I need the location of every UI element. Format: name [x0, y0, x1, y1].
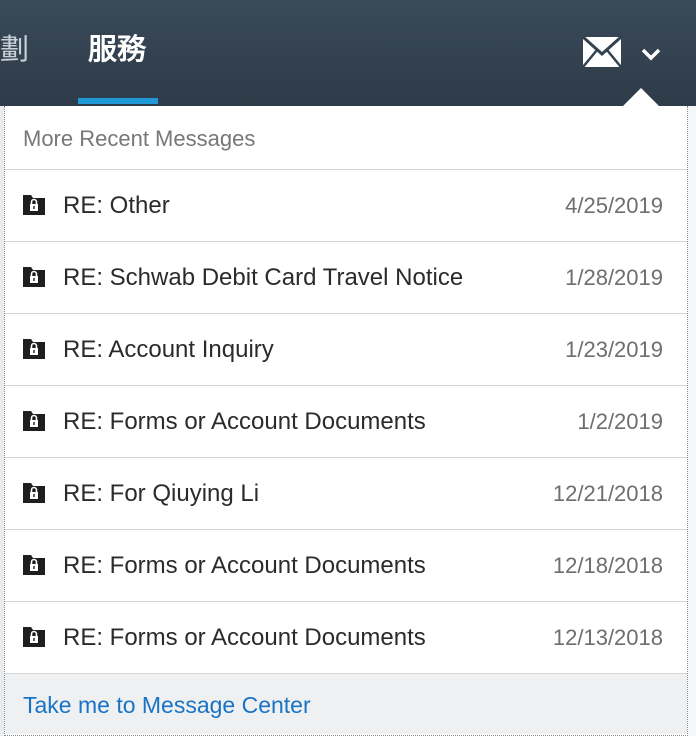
recent-messages-dropdown: More Recent Messages RE: Other 4/25/2019 R… [4, 106, 688, 736]
message-row[interactable]: RE: Account Inquiry 1/23/2019 [5, 314, 687, 386]
lock-folder-icon [23, 267, 45, 287]
nav-tab-label: 服務 [88, 34, 147, 66]
message-date: 1/23/2019 [565, 337, 663, 362]
nav-tab-partial[interactable]: 劃 [0, 26, 29, 68]
nav-tab-services[interactable]: 服務 [78, 0, 158, 106]
message-subject: RE: Account Inquiry [63, 336, 274, 363]
message-date: 12/18/2018 [552, 553, 663, 578]
lock-folder-icon [23, 483, 45, 503]
message-list: RE: Other 4/25/2019 RE: Schwab Debit Card … [5, 170, 687, 674]
message-subject: RE: Schwab Debit Card Travel Notice [63, 264, 464, 291]
message-row[interactable]: RE: Forms or Account Documents 12/18/2018 [5, 530, 687, 602]
active-tab-indicator [78, 98, 158, 104]
top-navigation-bar: 劃 服務 [0, 0, 696, 106]
message-subject: RE: Other [63, 192, 170, 219]
message-subject: RE: Forms or Account Documents [63, 552, 426, 579]
message-subject: RE: Forms or Account Documents [63, 408, 426, 435]
lock-folder-icon [23, 195, 45, 215]
message-row[interactable]: RE: Forms or Account Documents 12/13/2018 [5, 602, 687, 674]
lock-folder-icon [23, 627, 45, 647]
message-date: 4/25/2019 [565, 193, 663, 218]
chevron-down-icon[interactable] [640, 46, 662, 62]
message-row[interactable]: RE: For Qiuying Li 12/21/2018 [5, 458, 687, 530]
message-subject: RE: Forms or Account Documents [63, 624, 426, 651]
message-row[interactable]: RE: Schwab Debit Card Travel Notice 1/28/… [5, 242, 687, 314]
dropdown-caret [623, 88, 659, 106]
message-date: 12/13/2018 [552, 625, 663, 650]
message-date: 1/2/2019 [577, 409, 663, 434]
panel-footer: Take me to Message Center [5, 674, 687, 734]
message-date: 1/28/2019 [565, 265, 663, 290]
message-center-link[interactable]: Take me to Message Center [23, 692, 311, 718]
message-row[interactable]: RE: Forms or Account Documents 1/2/2019 [5, 386, 687, 458]
lock-folder-icon [23, 339, 45, 359]
message-subject: RE: For Qiuying Li [63, 480, 260, 507]
lock-folder-icon [23, 555, 45, 575]
page-background-edge-right [688, 106, 696, 736]
message-date: 12/21/2018 [552, 481, 663, 506]
message-row[interactable]: RE: Other 4/25/2019 [5, 170, 687, 242]
mail-icon[interactable] [582, 36, 622, 68]
lock-folder-icon [23, 411, 45, 431]
panel-title: More Recent Messages [5, 106, 687, 170]
